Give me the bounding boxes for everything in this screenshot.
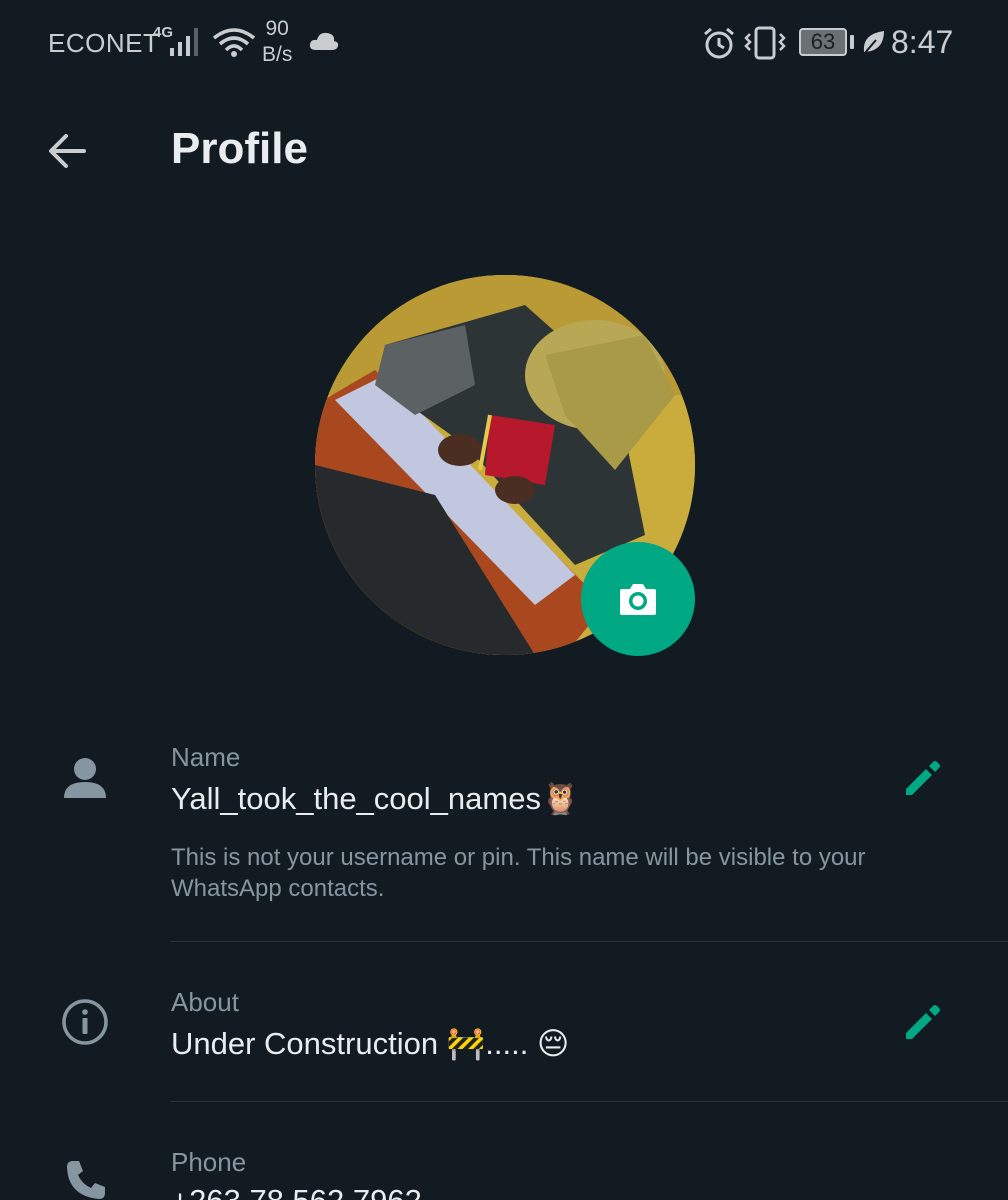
vibrate-icon — [744, 26, 786, 60]
about-value[interactable]: Under Construction 🚧..... 😔 — [171, 1025, 569, 1062]
back-button[interactable] — [44, 128, 90, 174]
cloud-icon — [309, 32, 339, 50]
wifi-icon — [212, 28, 256, 57]
battery-icon: 63 — [799, 28, 847, 56]
alarm-icon — [704, 27, 734, 59]
edit-about-button[interactable] — [900, 999, 946, 1045]
clock-time: 8:47 — [891, 24, 954, 60]
status-bar: ECONET 4G 90 B/s 63 8:47 — [0, 0, 1008, 84]
pencil-icon — [906, 1005, 940, 1039]
carrier-name: ECONET — [48, 28, 160, 58]
phone-value[interactable]: +263 78 562 7962 — [171, 1183, 422, 1200]
signal-icon — [170, 28, 198, 56]
leaf-icon — [863, 31, 884, 55]
name-value[interactable]: Yall_took_the_cool_names🦉 — [171, 780, 580, 817]
phone-icon — [67, 1161, 105, 1199]
name-hint: This is not your username or pin. This n… — [171, 844, 866, 902]
arrow-back-icon — [49, 134, 86, 168]
info-icon — [62, 999, 108, 1045]
profile-screen: ECONET 4G 90 B/s 63 8:47 Profile Name Ya… — [0, 0, 1008, 1200]
phone-label: Phone — [171, 1147, 247, 1177]
network-speed: 90 B/s — [262, 16, 292, 68]
pencil-icon — [906, 761, 940, 795]
change-photo-button[interactable] — [581, 542, 695, 656]
divider — [171, 1101, 1008, 1102]
speed-unit: B/s — [262, 43, 293, 66]
person-icon — [64, 758, 106, 798]
speed-value: 90 — [265, 17, 289, 40]
about-label: About — [171, 987, 239, 1017]
name-label: Name — [171, 742, 241, 772]
battery-tip — [850, 35, 854, 49]
page-title: Profile — [171, 124, 308, 173]
divider — [171, 941, 1008, 942]
battery-level: 63 — [810, 29, 836, 54]
camera-icon — [620, 584, 656, 615]
edit-name-button[interactable] — [900, 755, 946, 801]
